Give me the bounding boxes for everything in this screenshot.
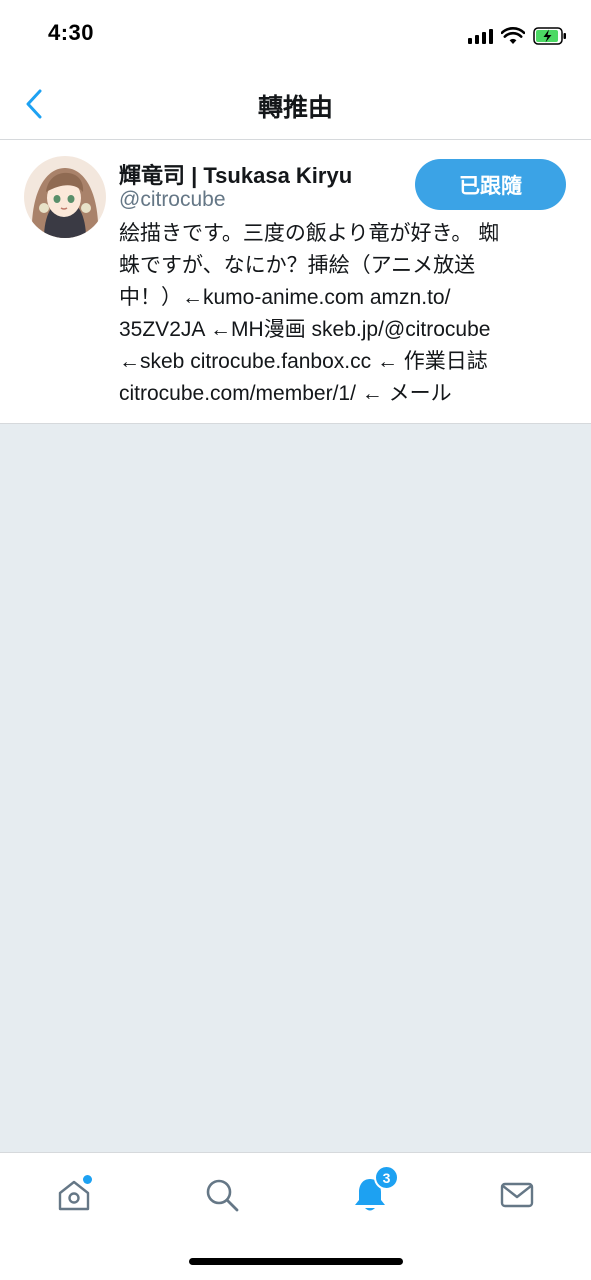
bio-line: 中！）←kumo-anime.com amzn.to/ bbox=[119, 286, 451, 309]
avatar-illustration bbox=[24, 156, 106, 238]
empty-list-area bbox=[0, 424, 591, 1152]
display-name[interactable]: 輝竜司 | Tsukasa Kiryu bbox=[119, 158, 352, 190]
tab-notifications[interactable]: 3 bbox=[346, 1165, 399, 1219]
following-button[interactable]: 已跟隨 bbox=[415, 159, 566, 210]
tab-messages[interactable] bbox=[493, 1171, 541, 1219]
tab-home[interactable] bbox=[50, 1171, 98, 1219]
status-bar: 4:30 bbox=[0, 0, 591, 70]
bio-line: ←skeb citrocube.fanbox.cc ← 作業日誌 bbox=[119, 350, 488, 373]
bio-line: 絵描きです。三度の飯より竜が好き。 蜘 bbox=[119, 222, 500, 245]
user-handle: @citrocube bbox=[119, 188, 226, 211]
new-content-dot bbox=[83, 1175, 92, 1184]
bio-line: 蛛ですが、なにか？挿絵（アニメ放送 bbox=[119, 254, 476, 277]
notification-count-badge: 3 bbox=[374, 1165, 399, 1190]
status-icons bbox=[468, 24, 567, 48]
avatar[interactable] bbox=[24, 156, 106, 238]
user-list-item[interactable]: 輝竜司 | Tsukasa Kiryu @citrocube 已跟隨 絵描きです… bbox=[0, 140, 591, 424]
user-bio: 絵描きです。三度の飯より竜が好き。 蜘 蛛ですが、なにか？挿絵（アニメ放送 中！… bbox=[119, 218, 569, 410]
search-icon bbox=[206, 1179, 239, 1212]
cellular-signal-icon bbox=[468, 28, 493, 44]
wifi-icon bbox=[501, 27, 525, 44]
tab-search[interactable] bbox=[198, 1171, 246, 1219]
bio-line: citrocube.com/member/1/ ← メール bbox=[119, 382, 452, 405]
home-indicator[interactable] bbox=[189, 1258, 403, 1265]
messages-icon bbox=[500, 1182, 534, 1208]
status-time: 4:30 bbox=[48, 20, 95, 45]
battery-charging-icon bbox=[533, 27, 566, 45]
navigation-bar: 轉推由 bbox=[0, 70, 591, 140]
bio-line: 35ZV2JA ←MH漫画 skeb.jp/@citrocube bbox=[119, 318, 491, 341]
page-title: 轉推由 bbox=[257, 94, 333, 122]
